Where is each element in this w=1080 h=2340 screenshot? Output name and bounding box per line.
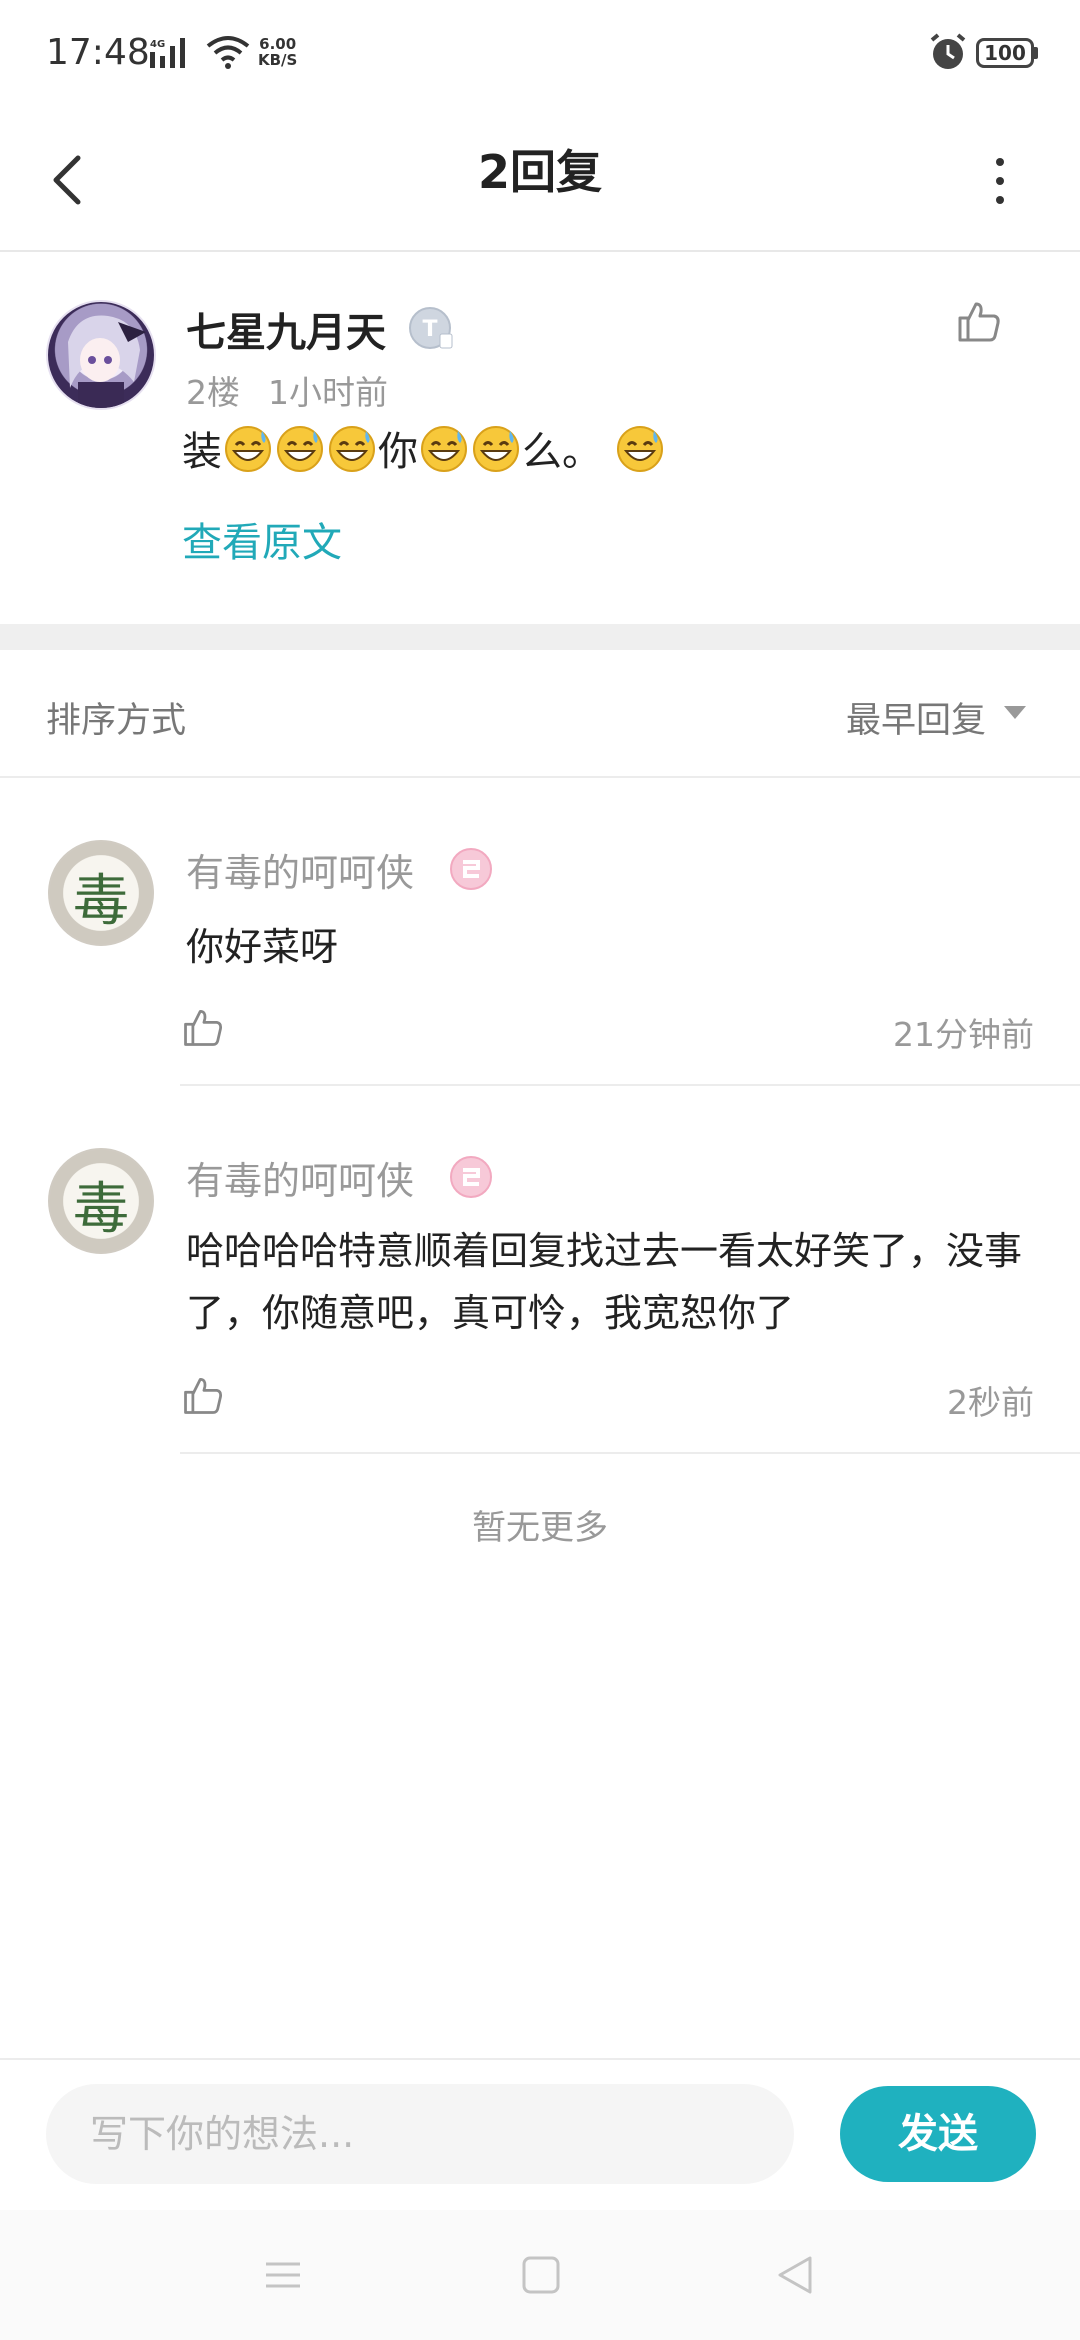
avatar-glyph: 毒 bbox=[73, 869, 129, 934]
grin-sweat-emoji bbox=[277, 426, 323, 472]
sort-order-dropdown[interactable]: 最早回复 bbox=[846, 692, 986, 743]
system-nav-bar bbox=[0, 2210, 1080, 2340]
avatar-glyph: 毒 bbox=[73, 1177, 129, 1242]
reply-time: 21分钟前 bbox=[893, 1015, 1034, 1054]
reply-text: 你好菜呀 bbox=[186, 925, 339, 969]
reply-item: 毒 有毒的呵呵侠 你好菜呀 21分钟前 bbox=[0, 778, 1080, 1088]
post-meta: 2楼 1小时前 bbox=[186, 366, 388, 414]
grin-sweat-emoji bbox=[617, 426, 663, 472]
floor-number: 2楼 bbox=[186, 373, 240, 412]
comment-input[interactable] bbox=[46, 2084, 794, 2184]
grin-sweat-emoji bbox=[225, 426, 271, 472]
reply-divider bbox=[180, 1452, 1080, 1454]
user-level-badge bbox=[450, 848, 492, 890]
top-nav-bar: 2回复 bbox=[0, 110, 1080, 252]
reply-username[interactable]: 有毒的呵呵侠 bbox=[186, 1150, 414, 1205]
network-type: 4G bbox=[150, 39, 165, 50]
reply-username[interactable]: 有毒的呵呵侠 bbox=[186, 842, 414, 897]
more-options-icon[interactable] bbox=[980, 146, 1020, 216]
view-original-link[interactable]: 查看原文 bbox=[182, 510, 342, 568]
battery-indicator: 100 bbox=[976, 38, 1034, 68]
back-triangle-icon[interactable] bbox=[770, 2250, 820, 2300]
thumb-up-icon[interactable] bbox=[180, 1004, 226, 1050]
anime-avatar-image bbox=[68, 315, 146, 408]
user-level-badge bbox=[450, 1156, 492, 1198]
sort-label: 排序方式 bbox=[46, 701, 187, 741]
reply-text: 哈哈哈哈特意顺着回复找过去一看太好笑了，没事了，你随意吧，真可怜，我宽恕你了 bbox=[186, 1229, 1023, 1335]
grin-sweat-emoji bbox=[329, 426, 375, 472]
status-time: 17:48 bbox=[46, 32, 150, 73]
page-title: 2回复 bbox=[477, 145, 602, 199]
signal-icon: 4G bbox=[150, 38, 185, 68]
original-post: 七星九月天 T 2楼 1小时前 装 你 么。 查看原文 bbox=[0, 252, 1080, 624]
post-content-part: 装 bbox=[182, 429, 222, 475]
avatar[interactable] bbox=[46, 300, 156, 410]
thumb-up-icon[interactable] bbox=[180, 1372, 226, 1418]
net-speed-value: 6.00 bbox=[259, 35, 297, 53]
avatar[interactable]: 毒 bbox=[48, 840, 154, 946]
grin-sweat-emoji bbox=[473, 426, 519, 472]
send-button[interactable]: 发送 bbox=[840, 2086, 1036, 2182]
alarm-icon bbox=[930, 33, 966, 69]
grin-sweat-emoji bbox=[421, 426, 467, 472]
wifi-icon bbox=[206, 36, 250, 69]
author-level-badge: T bbox=[409, 307, 453, 349]
back-arrow-icon[interactable] bbox=[38, 140, 98, 220]
thumb-up-icon[interactable] bbox=[954, 296, 1004, 346]
badge-letter: T bbox=[422, 317, 437, 342]
menu-icon[interactable] bbox=[258, 2250, 308, 2300]
battery-tip bbox=[1034, 47, 1038, 59]
comment-composer: 发送 bbox=[0, 2058, 1080, 2212]
reply-item: 毒 有毒的呵呵侠 哈哈哈哈特意顺着回复找过去一看太好笑了，没事了，你随意吧，真可… bbox=[0, 1086, 1080, 1456]
post-author-name[interactable]: 七星九月天 bbox=[186, 300, 386, 358]
post-content-part: 么。 bbox=[522, 429, 602, 475]
post-content-part: 你 bbox=[378, 429, 418, 475]
no-more-text: 暂无更多 bbox=[472, 1508, 608, 1548]
home-square-icon[interactable] bbox=[516, 2250, 566, 2300]
section-separator bbox=[0, 624, 1080, 650]
net-speed: 6.00 KB/S bbox=[258, 36, 297, 68]
avatar[interactable]: 毒 bbox=[48, 1148, 154, 1254]
caret-down-icon[interactable] bbox=[1004, 706, 1026, 719]
reply-time: 2秒前 bbox=[947, 1383, 1034, 1422]
status-bar: 17:48 4G 6.00 KB/S 100 bbox=[0, 0, 1080, 110]
post-content: 装 你 么。 bbox=[182, 422, 666, 482]
net-speed-unit: KB/S bbox=[258, 51, 298, 69]
post-time: 1小时前 bbox=[268, 373, 388, 412]
sort-row: 排序方式 最早回复 bbox=[0, 650, 1080, 778]
